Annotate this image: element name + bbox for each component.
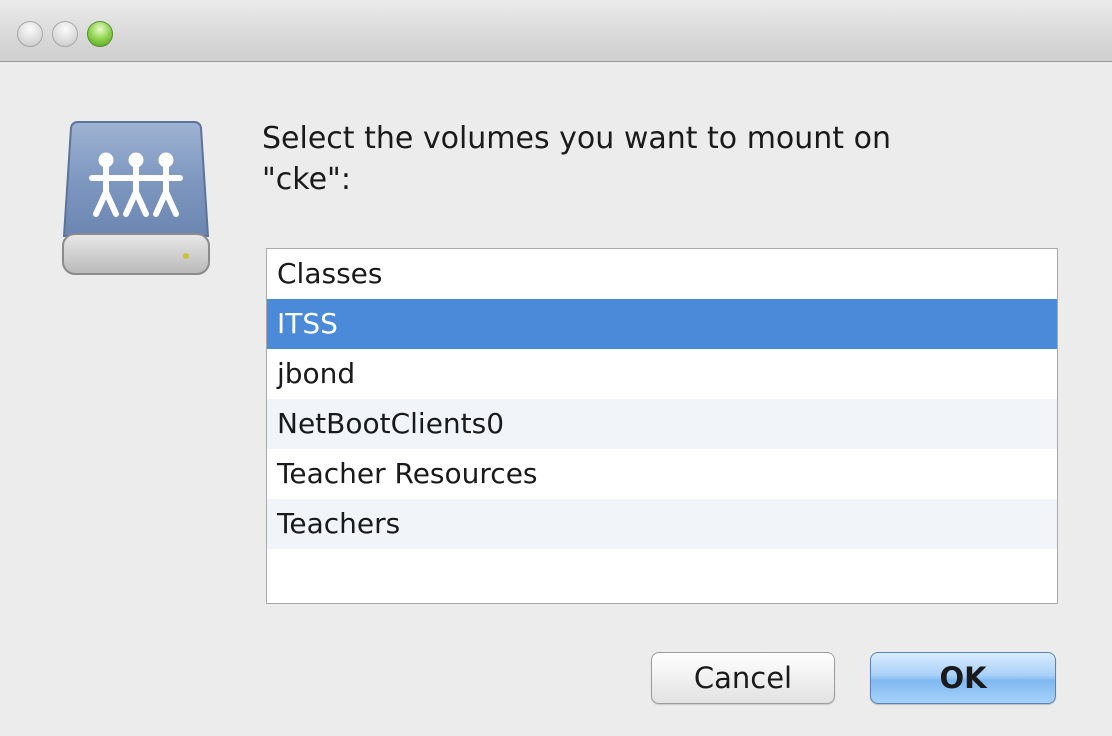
volume-label: NetBootClients0 bbox=[277, 407, 505, 440]
volume-label: ITSS bbox=[277, 307, 338, 340]
volume-label: jbond bbox=[277, 357, 356, 390]
list-item[interactable]: jbond bbox=[267, 349, 1057, 399]
volume-label: Teachers bbox=[277, 507, 401, 540]
network-share-drive-icon bbox=[62, 118, 210, 280]
list-item[interactable]: NetBootClients0 bbox=[267, 399, 1057, 449]
list-item[interactable]: Teachers bbox=[267, 499, 1057, 549]
title-bar bbox=[0, 0, 1112, 62]
prompt-line-1: Select the volumes you want to mount on bbox=[262, 121, 891, 156]
close-button[interactable] bbox=[17, 21, 43, 47]
volume-label: Classes bbox=[277, 257, 383, 290]
list-item[interactable]: Teacher Resources bbox=[267, 449, 1057, 499]
list-item[interactable]: ITSS bbox=[267, 299, 1057, 349]
volumes-list[interactable]: Classes ITSS jbond NetBootClients0 Teach… bbox=[266, 248, 1058, 604]
list-item[interactable]: Classes bbox=[267, 249, 1057, 299]
zoom-button[interactable] bbox=[87, 21, 113, 47]
dialog-prompt: Select the volumes you want to mount on … bbox=[262, 118, 1042, 200]
cancel-button[interactable]: Cancel bbox=[651, 652, 835, 704]
prompt-line-2: "cke": bbox=[262, 162, 351, 197]
mount-volumes-dialog: Select the volumes you want to mount on … bbox=[0, 0, 1112, 736]
ok-button[interactable]: OK bbox=[870, 652, 1056, 704]
volume-label: Teacher Resources bbox=[277, 457, 538, 490]
minimize-button[interactable] bbox=[52, 21, 78, 47]
